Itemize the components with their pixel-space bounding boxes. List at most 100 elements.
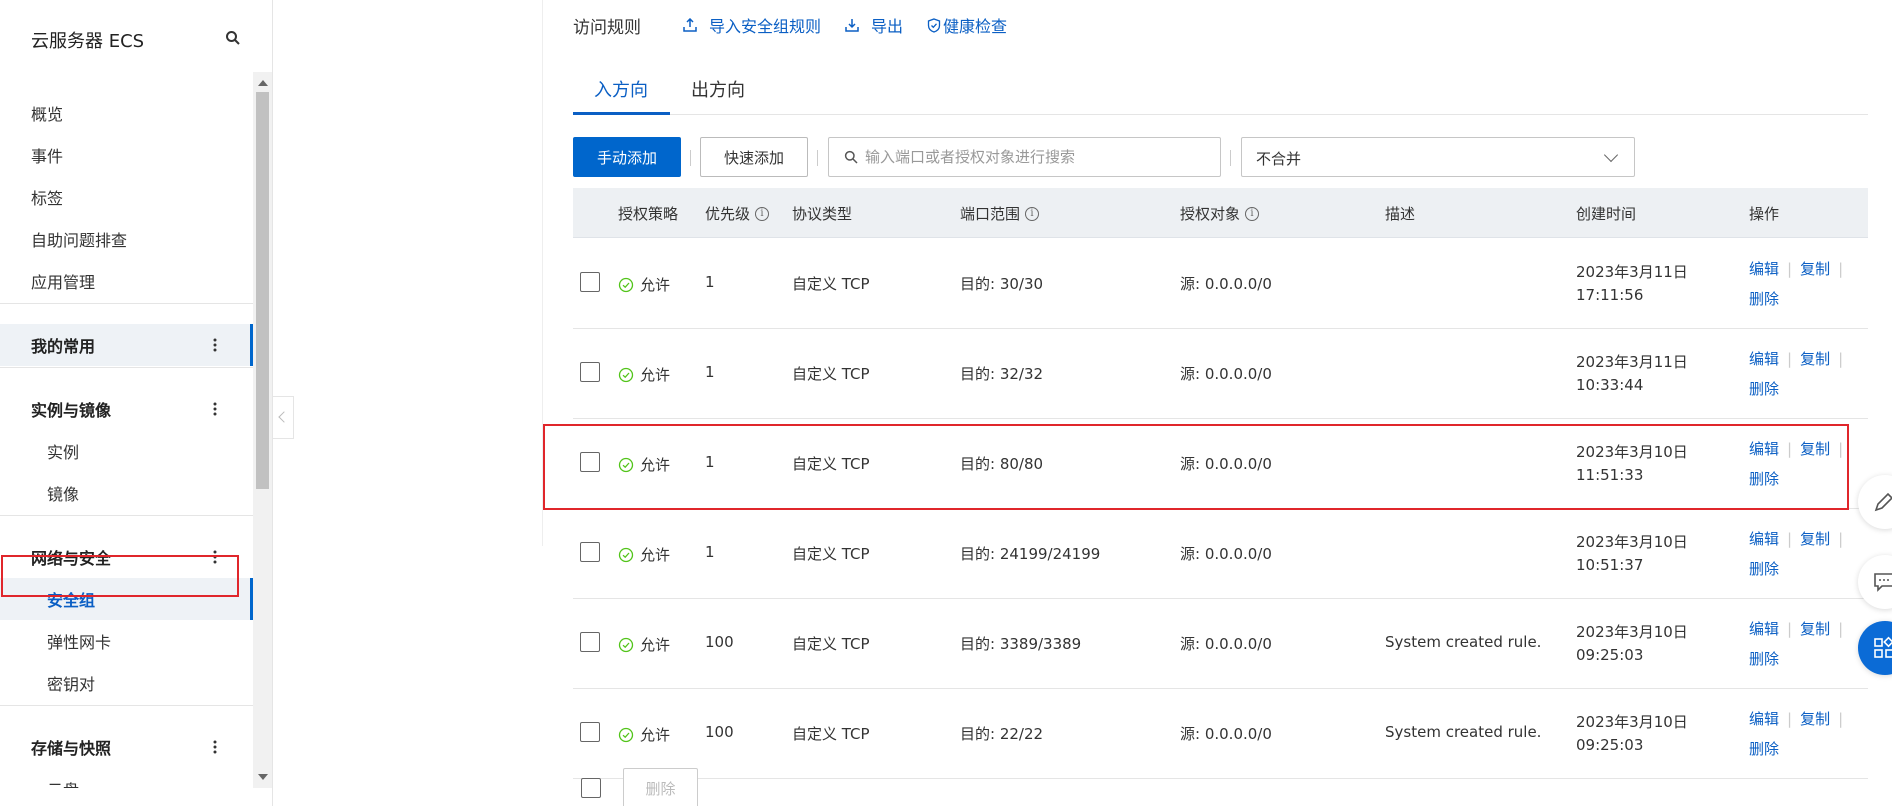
scroll-up-arrow-icon[interactable]: [258, 80, 268, 86]
quick-add-button[interactable]: 快速添加: [700, 137, 808, 177]
table-row: 允许 1 自定义 TCP 目的: 30/30 源: 0.0.0.0/0 2023…: [573, 239, 1868, 329]
sidebar-item-12[interactable]: 密钥对: [0, 662, 253, 704]
merge-select-value: 不合并: [1256, 150, 1302, 168]
sidebar-item-4[interactable]: 应用管理: [0, 260, 253, 302]
import-rules-label: 导入安全组规则: [709, 17, 822, 36]
source-cell: 源: 0.0.0.0/0: [1180, 275, 1272, 293]
priority-cell: 100: [705, 723, 734, 741]
policy-value: 允许: [640, 276, 671, 294]
sidebar-item-label: 实例与镜像: [31, 401, 112, 420]
chat-icon: [1874, 573, 1892, 592]
scroll-thumb[interactable]: [256, 92, 269, 489]
delete-link[interactable]: 删除: [1749, 648, 1779, 669]
search-field[interactable]: [828, 137, 1221, 177]
sidebar-item-label: 镜像: [47, 485, 80, 504]
sidebar-item-0[interactable]: 概览: [0, 92, 253, 134]
sidebar-item-1[interactable]: 事件: [0, 134, 253, 176]
pipe-separator: |: [1787, 350, 1793, 368]
scroll-down-arrow-icon[interactable]: [258, 774, 268, 780]
sidebar-item-3[interactable]: 自助问题排查: [0, 218, 253, 260]
sidebar-item-14[interactable]: 云盘: [0, 768, 253, 788]
tab-inbound[interactable]: 入方向: [594, 76, 648, 102]
created-date: 2023年3月10日: [1576, 713, 1688, 731]
more-vertical-icon[interactable]: [212, 337, 218, 353]
row-checkbox[interactable]: [580, 272, 600, 292]
info-icon[interactable]: i: [1025, 206, 1040, 221]
sidebar-header: 云服务器 ECS: [0, 0, 272, 72]
table-row: 允许 100 自定义 TCP 目的: 3389/3389 源: 0.0.0.0/…: [573, 599, 1868, 689]
tab-outbound[interactable]: 出方向: [691, 76, 745, 102]
edit-link[interactable]: 编辑: [1749, 530, 1779, 548]
check-circle-icon: [618, 367, 634, 382]
col-protocol: 协议类型: [792, 205, 853, 223]
row-checkbox[interactable]: [580, 722, 600, 742]
created-date: 2023年3月11日: [1576, 263, 1688, 281]
edit-link[interactable]: 编辑: [1749, 350, 1779, 368]
delete-link[interactable]: 删除: [1749, 558, 1779, 579]
table-footer: 删除: [573, 768, 873, 806]
pipe-separator: |: [1787, 260, 1793, 278]
sidebar-item-label: 我的常用: [31, 337, 96, 356]
row-checkbox[interactable]: [580, 362, 600, 382]
sidebar-scrollbar[interactable]: [253, 72, 272, 788]
policy-value: 允许: [640, 546, 671, 564]
search-input[interactable]: [865, 138, 1215, 176]
protocol-cell: 自定义 TCP: [792, 725, 870, 743]
row-checkbox[interactable]: [580, 542, 600, 562]
created-time-cell: 2023年3月10日 09:25:03: [1576, 621, 1688, 667]
sidebar-item-5[interactable]: 我的常用: [0, 324, 253, 366]
edit-link[interactable]: 编辑: [1749, 710, 1779, 728]
delete-link[interactable]: 删除: [1749, 288, 1779, 309]
sidebar-item-label: 概览: [31, 105, 64, 124]
protocol-cell: 自定义 TCP: [792, 275, 870, 293]
info-icon[interactable]: i: [1245, 206, 1260, 221]
col-created: 创建时间: [1576, 205, 1637, 223]
merge-select[interactable]: 不合并: [1241, 137, 1635, 177]
manual-add-button[interactable]: 手动添加: [573, 137, 681, 177]
sidebar-item-6[interactable]: 实例与镜像: [0, 388, 253, 430]
batch-delete-button[interactable]: 删除: [623, 768, 698, 806]
health-check-link[interactable]: 健康检查: [927, 13, 1007, 37]
created-time: 10:51:37: [1576, 556, 1644, 574]
copy-link[interactable]: 复制: [1800, 260, 1830, 278]
search-icon[interactable]: [225, 30, 241, 46]
sidebar-collapse-button[interactable]: [273, 396, 294, 439]
sidebar-nav: 概览 事件 标签 自助问题排查 应用管理 我的常用 实例与镜像 实例 镜像 网络与安全 安全组 弹性网…: [0, 72, 253, 788]
copy-link[interactable]: 复制: [1800, 350, 1830, 368]
sidebar-item-13[interactable]: 存储与快照: [0, 726, 253, 768]
sidebar: 云服务器 ECS 概览 事件 标签 自助问题排查 应用管理 我的常用 实例与镜像 实例 镜像 网络…: [0, 0, 273, 806]
sidebar-item-8[interactable]: 镜像: [0, 472, 253, 514]
created-time: 17:11:56: [1576, 286, 1644, 304]
direction-tabs: 入方向 出方向: [573, 70, 1868, 115]
import-rules-link[interactable]: 导入安全组规则: [683, 13, 821, 37]
edit-link[interactable]: 编辑: [1749, 260, 1779, 278]
export-link[interactable]: 导出: [845, 13, 903, 37]
delete-link[interactable]: 删除: [1749, 738, 1779, 759]
download-icon: [845, 19, 859, 32]
pipe-separator: |: [1838, 710, 1844, 728]
more-vertical-icon[interactable]: [212, 739, 218, 755]
copy-link[interactable]: 复制: [1800, 530, 1830, 548]
description-cell: System created rule.: [1385, 633, 1542, 651]
sidebar-item-2[interactable]: 标签: [0, 176, 253, 218]
policy-cell: 允许: [618, 724, 670, 745]
info-icon[interactable]: i: [755, 206, 770, 221]
copy-link[interactable]: 复制: [1800, 710, 1830, 728]
sidebar-item-7[interactable]: 实例: [0, 430, 253, 472]
copy-link[interactable]: 复制: [1800, 620, 1830, 638]
sidebar-item-11[interactable]: 弹性网卡: [0, 620, 253, 662]
edit-link[interactable]: 编辑: [1749, 620, 1779, 638]
priority-cell: 1: [705, 363, 715, 381]
sidebar-title: 云服务器 ECS: [31, 31, 145, 52]
col-policy: 授权策略: [618, 205, 679, 223]
active-tab-indicator: [573, 112, 670, 115]
protocol-cell: 自定义 TCP: [792, 635, 870, 653]
toolbar-separator: [1230, 150, 1231, 166]
upload-icon: [683, 18, 697, 32]
row-checkbox[interactable]: [580, 632, 600, 652]
more-vertical-icon[interactable]: [212, 401, 218, 417]
select-all-checkbox[interactable]: [581, 778, 601, 798]
delete-link[interactable]: 删除: [1749, 378, 1779, 399]
created-time-cell: 2023年3月10日 10:51:37: [1576, 531, 1688, 577]
pipe-separator: |: [1838, 260, 1844, 278]
